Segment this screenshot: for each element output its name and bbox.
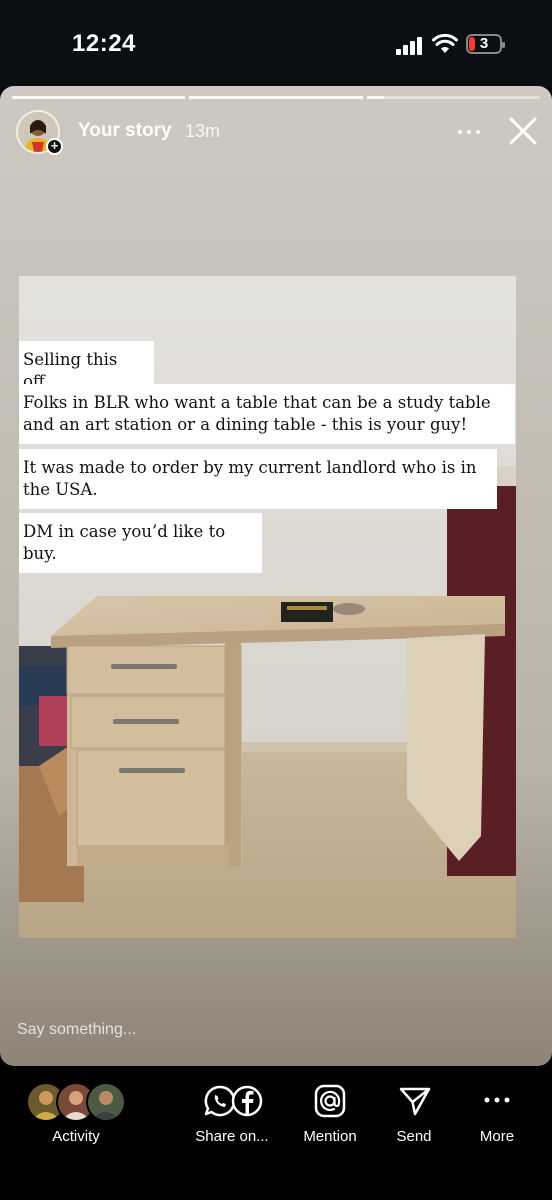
signal-icon: [396, 37, 424, 55]
progress-segment: [366, 96, 540, 99]
mention-label: Mention: [303, 1128, 357, 1145]
more-icon: [484, 1097, 510, 1103]
caption-line: It was made to order by my current landl…: [19, 449, 497, 509]
story-timestamp: 13m: [185, 121, 221, 141]
story-photo: Selling this off. Folks in BLR who want …: [19, 276, 516, 938]
story-viewer[interactable]: + Your story 13m Selling this off. Folks…: [0, 86, 552, 1066]
story-author[interactable]: Your story: [78, 120, 172, 142]
activity-label: Activity: [52, 1128, 100, 1145]
viewer-avatar: [86, 1082, 126, 1122]
battery-level: 3: [479, 35, 489, 52]
clock: 12:24: [72, 30, 136, 57]
add-story-icon[interactable]: +: [46, 138, 63, 155]
more-options-icon[interactable]: [456, 120, 482, 142]
facebook-icon: [231, 1085, 263, 1117]
progress-segment: [189, 96, 363, 99]
send-label: Send: [396, 1128, 432, 1145]
story-action-bar: Activity Share on... Mention Send More: [0, 1066, 552, 1200]
caption-line: DM in case you’d like to buy.: [19, 513, 262, 573]
send-icon: [399, 1087, 431, 1116]
progress-segment: [12, 96, 186, 99]
status-bar: 12:24 3: [0, 0, 552, 88]
story-progress: [12, 96, 540, 99]
close-icon[interactable]: [508, 116, 538, 146]
caption-line: Folks in BLR who want a table that can b…: [19, 384, 515, 444]
more-label: More: [479, 1128, 515, 1145]
share-on-label: Share on...: [195, 1128, 269, 1145]
reply-input[interactable]: Say something...: [17, 1021, 136, 1039]
wifi-icon: [432, 33, 458, 53]
battery-icon: 3: [466, 34, 505, 54]
mention-icon: [314, 1084, 346, 1118]
